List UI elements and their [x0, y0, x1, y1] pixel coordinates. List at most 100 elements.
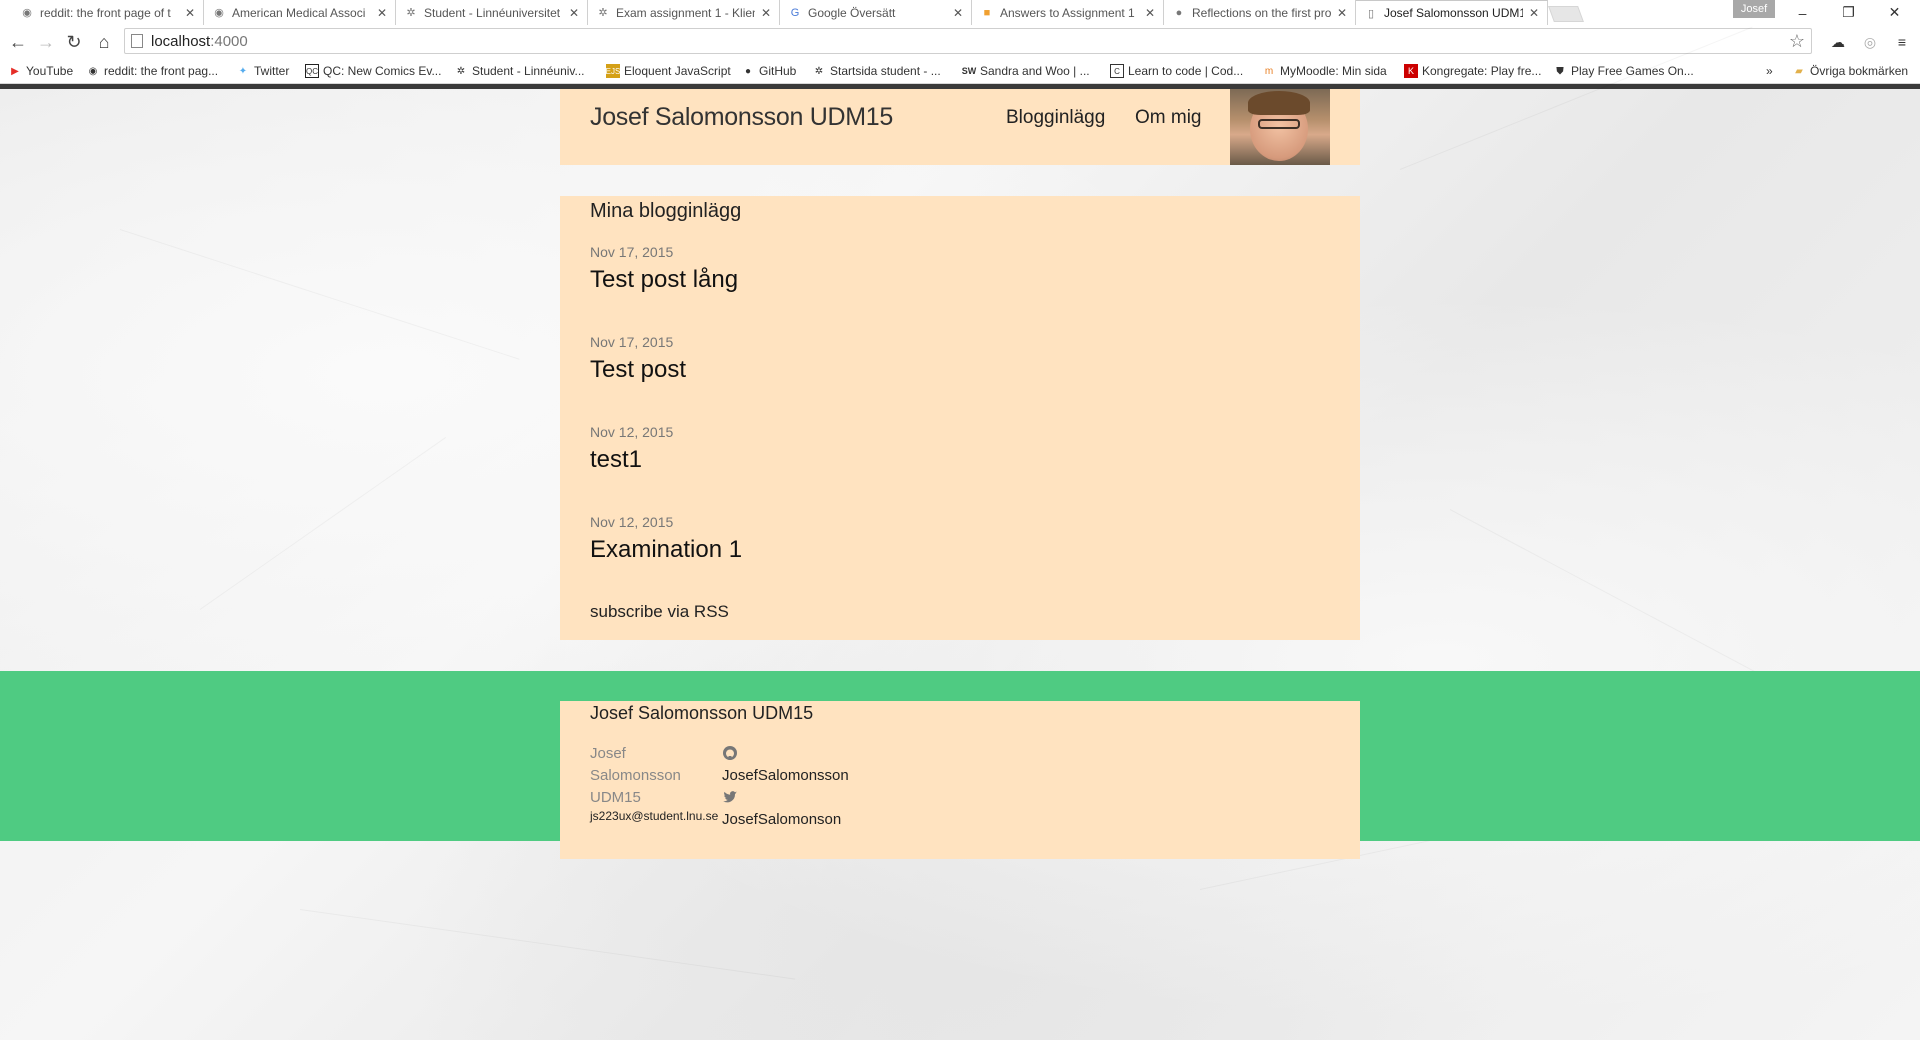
- codecademy-icon: C: [1110, 64, 1124, 78]
- reddit-alien-icon: ◉: [88, 65, 98, 77]
- footer-title: Josef Salomonsson UDM15: [590, 703, 814, 723]
- tab-reflections[interactable]: ● Reflections on the first pro ✕: [1164, 0, 1356, 25]
- other-bookmarks-label: Övriga bokmärken: [1810, 64, 1909, 78]
- close-icon[interactable]: ✕: [377, 6, 387, 20]
- bookmark-label: Student - Linnéuniv...: [472, 64, 585, 78]
- bookmark-label: MyMoodle: Min sida: [1280, 64, 1387, 78]
- bookmark-label: GitHub: [759, 64, 797, 78]
- folder-icon: ▰: [1795, 65, 1803, 77]
- address-host: localhost: [151, 32, 211, 50]
- restore-icon[interactable]: ❐: [1826, 0, 1871, 25]
- ejs-icon: EJS: [606, 64, 620, 78]
- extension-circle-icon[interactable]: ◎: [1860, 33, 1880, 51]
- nav-link-blogginlagg[interactable]: Blogginlägg: [1006, 107, 1105, 129]
- post-title-link[interactable]: test1: [590, 446, 642, 474]
- bookmark-mymoodle[interactable]: m MyMoodle: Min sida: [1262, 62, 1387, 80]
- lnu-tree-icon: ✲: [598, 7, 608, 19]
- bookmark-student-lnu[interactable]: ✲ Student - Linnéuniv...: [454, 62, 585, 80]
- close-icon[interactable]: ✕: [569, 6, 579, 20]
- bookmarks-overflow-button[interactable]: »: [1766, 62, 1773, 80]
- github-icon: ●: [744, 65, 752, 77]
- post-date: Nov 17, 2015: [590, 244, 674, 260]
- page-icon: [131, 34, 143, 48]
- github-icon[interactable]: [722, 745, 738, 761]
- tab-title: Google Översätt: [808, 5, 896, 20]
- browser-toolbar: ← → ↻ ⌂ localhost :4000 ☆ ☁ ◎ ≡: [0, 25, 1920, 58]
- bookmark-github[interactable]: ● GitHub: [741, 62, 796, 80]
- tab-title: Student - Linnéuniversitet: [424, 5, 561, 20]
- browser-tab-strip: ◉ reddit: the front page of t ✕ ◉ Americ…: [0, 0, 1920, 25]
- tab-title: Answers to Assignment 1: [1000, 5, 1135, 20]
- post-title-link[interactable]: Test post: [590, 356, 686, 384]
- nav-link-om-mig[interactable]: Om mig: [1135, 107, 1202, 129]
- other-bookmarks[interactable]: ▰ Övriga bokmärken: [1792, 62, 1908, 80]
- close-icon[interactable]: ✕: [1337, 6, 1347, 20]
- post-date: Nov 12, 2015: [590, 424, 674, 440]
- bookmark-kongregate[interactable]: K Kongregate: Play fre...: [1404, 62, 1541, 80]
- site-header: Josef Salomonsson UDM15 Blogginlägg Om m…: [560, 89, 1360, 165]
- footer-email[interactable]: js223ux@student.lnu.se: [590, 809, 718, 823]
- close-icon[interactable]: ✕: [1145, 6, 1155, 20]
- home-icon[interactable]: ⌂: [92, 30, 116, 54]
- github-username-link[interactable]: JosefSalomonsson: [722, 767, 849, 784]
- shield-icon: ⛊: [1556, 65, 1564, 77]
- close-icon[interactable]: ✕: [185, 6, 195, 20]
- bookmark-play-free-games[interactable]: ⛊ Play Free Games On...: [1553, 62, 1693, 80]
- tab-american-medical[interactable]: ◉ American Medical Associ ✕: [204, 0, 396, 25]
- reddit-alien-icon: ◉: [22, 7, 32, 19]
- lnu-tree-icon: ✲: [814, 65, 824, 77]
- window-close-icon[interactable]: ✕: [1872, 0, 1917, 25]
- blog-post-list: Mina blogginlägg Nov 17, 2015 Test post …: [560, 196, 1360, 640]
- bookmark-startsida-student[interactable]: ✲ Startsida student - ...: [812, 62, 941, 80]
- bookmark-qc[interactable]: QC QC: New Comics Ev...: [305, 62, 441, 80]
- bookmark-reddit[interactable]: ◉ reddit: the front pag...: [86, 62, 218, 80]
- twitter-bird-icon[interactable]: [722, 789, 738, 805]
- bookmark-label: reddit: the front pag...: [104, 64, 219, 78]
- kongregate-icon: K: [1404, 64, 1418, 78]
- bookmark-star-icon[interactable]: ☆: [1789, 31, 1805, 52]
- tab-title: Reflections on the first pro: [1192, 5, 1331, 20]
- post-title-link[interactable]: Test post lång: [590, 266, 738, 294]
- site-title-link[interactable]: Josef Salomonsson UDM15: [590, 103, 893, 132]
- bookmark-codecademy[interactable]: C Learn to code | Cod...: [1110, 62, 1243, 80]
- tab-google-translate[interactable]: G Google Översätt ✕: [780, 0, 972, 25]
- footer-name-line: Salomonsson: [590, 767, 681, 784]
- post-title-link[interactable]: Examination 1: [590, 536, 742, 564]
- close-icon[interactable]: ✕: [1529, 6, 1539, 20]
- tab-answers[interactable]: ■ Answers to Assignment 1 ✕: [972, 0, 1164, 25]
- rss-subscribe-link[interactable]: subscribe via RSS: [590, 602, 729, 622]
- tab-reddit[interactable]: ◉ reddit: the front page of t ✕: [12, 0, 204, 25]
- twitter-username-link[interactable]: JosefSalomonson: [722, 811, 841, 828]
- twitter-bird-icon: ✦: [238, 65, 248, 77]
- new-tab-button[interactable]: [1548, 6, 1584, 22]
- close-icon[interactable]: ✕: [953, 6, 963, 20]
- bookmark-label: Kongregate: Play fre...: [1422, 64, 1542, 78]
- menu-icon[interactable]: ≡: [1892, 33, 1912, 51]
- profile-button[interactable]: Josef: [1733, 0, 1775, 18]
- close-icon[interactable]: ✕: [761, 6, 771, 20]
- tab-student-lnu[interactable]: ✲ Student - Linnéuniversitet ✕: [396, 0, 588, 25]
- tab-exam-assignment[interactable]: ✲ Exam assignment 1 - Klien ✕: [588, 0, 780, 25]
- site-footer: Josef Salomonsson UDM15 Josef Salomonsso…: [560, 701, 1360, 859]
- bookmark-label: Startsida student - ...: [830, 64, 941, 78]
- cloud-extension-icon[interactable]: ☁: [1828, 33, 1848, 51]
- back-icon[interactable]: ←: [6, 30, 30, 54]
- footer-name: Josef Salomonsson UDM15: [590, 743, 681, 809]
- page-icon: ▯: [1367, 7, 1375, 20]
- address-port: :4000: [210, 32, 248, 50]
- bookmarks-bar: ▶ YouTube ◉ reddit: the front pag... ✦ T…: [0, 58, 1920, 84]
- forward-icon[interactable]: →: [34, 30, 58, 54]
- reddit-alien-icon: ◉: [214, 7, 224, 19]
- bookmark-label: Eloquent JavaScript: [624, 64, 731, 78]
- bookmark-sandra-and-woo[interactable]: SW Sandra and Woo | ...: [962, 62, 1090, 80]
- bookmark-eloquent-js[interactable]: EJS Eloquent JavaScript: [606, 62, 731, 80]
- footer-name-line: UDM15: [590, 789, 641, 806]
- bookmark-youtube[interactable]: ▶ YouTube: [8, 62, 73, 80]
- minimize-icon[interactable]: –: [1780, 0, 1825, 25]
- tab-josef-active[interactable]: ▯ Josef Salomonsson UDM1 ✕: [1356, 0, 1548, 25]
- document-icon: ■: [983, 6, 991, 19]
- google-translate-icon: G: [790, 6, 800, 19]
- bookmark-twitter[interactable]: ✦ Twitter: [236, 62, 290, 80]
- address-bar[interactable]: localhost :4000 ☆: [124, 28, 1812, 54]
- reload-icon[interactable]: ↻: [62, 30, 86, 54]
